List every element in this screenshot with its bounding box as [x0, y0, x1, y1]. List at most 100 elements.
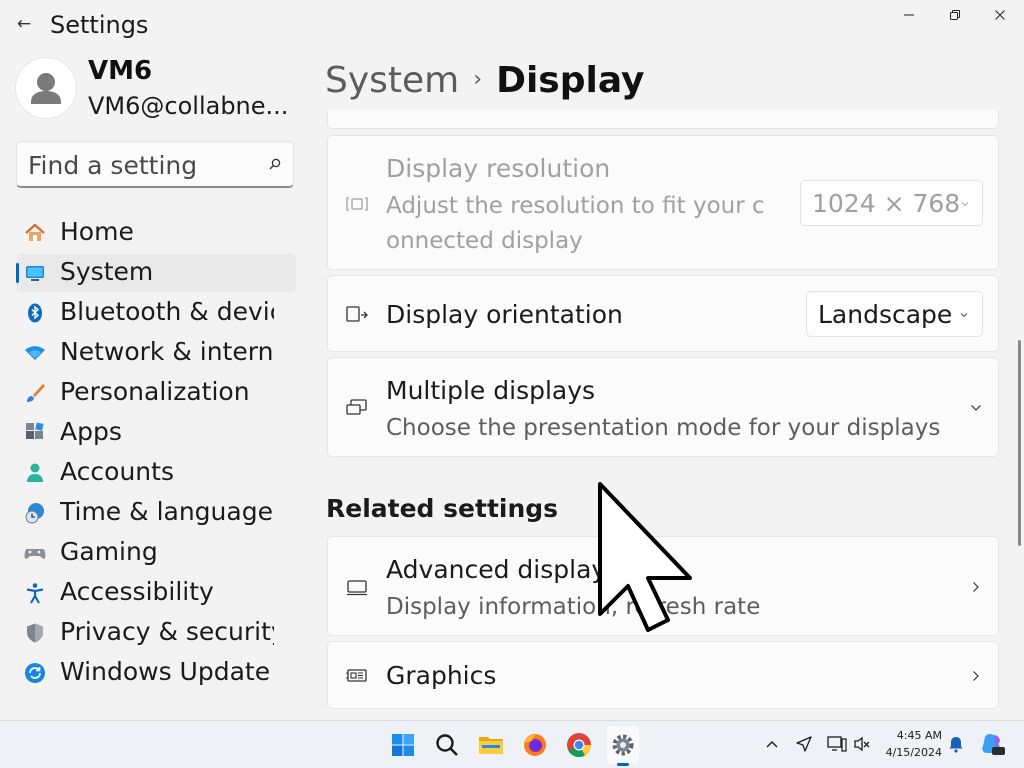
page-title: Display — [496, 60, 645, 101]
mouse-cursor-icon — [598, 482, 692, 632]
sidebar-item-personalization[interactable]: Personalization — [16, 374, 296, 412]
active-indicator — [16, 263, 19, 283]
card-desc: Display information, refresh rate — [386, 594, 761, 620]
sidebar-item-label: Accounts — [60, 457, 174, 486]
bluetooth-icon — [28, 303, 42, 323]
time-language-icon — [25, 503, 44, 524]
user-email: VM6@collabne... — [88, 92, 289, 120]
copilot-pre-icon[interactable] — [980, 731, 1006, 757]
search-icon — [269, 158, 281, 170]
multiple-displays-icon — [346, 399, 367, 415]
sidebar-item-label: Apps — [60, 417, 122, 446]
location-arrow-icon[interactable] — [795, 735, 813, 753]
card-desc: Choose the presentation mode for your di… — [386, 415, 941, 441]
display-icon — [347, 580, 367, 596]
sidebar-item-bluetooth[interactable]: Bluetooth & devices — [16, 294, 296, 332]
sidebar-item-accessibility[interactable]: Accessibility — [16, 574, 296, 612]
network-icon — [25, 346, 45, 360]
system-icon — [26, 266, 44, 281]
windows-start-icon[interactable] — [389, 731, 417, 759]
taskbar: 4:45 AM 4/15/2024 — [0, 720, 1024, 768]
clock-date[interactable]: 4/15/2024 — [886, 746, 942, 759]
file-explorer-icon[interactable] — [477, 731, 505, 759]
speaker-muted-icon[interactable] — [853, 735, 871, 753]
firefox-icon[interactable] — [521, 731, 549, 759]
shield-icon — [27, 623, 43, 643]
sidebar-item-label: Accessibility — [60, 577, 214, 606]
sidebar-item-apps[interactable]: Apps — [16, 414, 296, 452]
minimize-button[interactable] — [887, 4, 931, 30]
user-avatar-icon — [31, 73, 61, 104]
display-resolution-card: Display resolution Adjust the resolution… — [327, 135, 999, 270]
settings-gear-icon[interactable] — [609, 731, 637, 759]
sidebar-item-windows-update[interactable]: Windows Update — [16, 654, 296, 692]
accounts-icon — [27, 463, 43, 482]
chevron-down-icon — [960, 313, 968, 318]
app-title: Settings — [50, 11, 149, 39]
card-title: Advanced display — [386, 555, 607, 584]
display-orientation-card: Display orientation Landscape — [327, 275, 999, 352]
back-arrow-icon[interactable]: ← — [10, 10, 38, 38]
brush-icon — [27, 384, 45, 402]
graphics-card-icon — [346, 669, 367, 682]
restore-button[interactable] — [933, 4, 977, 30]
sidebar-item-network[interactable]: Network & internet — [16, 334, 296, 372]
sidebar-item-label: Network & internet — [60, 337, 274, 366]
breadcrumb: System › Display — [325, 60, 644, 101]
dropdown-value: 1024 × 768 — [812, 189, 961, 218]
scrolled-card-edge — [327, 110, 999, 129]
sidebar-item-label: Gaming — [60, 537, 158, 566]
apps-icon — [26, 422, 44, 439]
sidebar-item-label: Home — [60, 217, 134, 246]
resolution-dropdown[interactable]: 1024 × 768 — [800, 180, 983, 226]
orientation-dropdown[interactable]: Landscape — [806, 291, 983, 337]
sidebar-item-label: Privacy & security — [60, 617, 274, 646]
graphics-card[interactable]: Graphics — [327, 641, 999, 709]
sidebar-item-label: Bluetooth & devices — [60, 297, 274, 326]
home-icon — [25, 223, 45, 241]
card-title: Display resolution — [386, 154, 611, 183]
orientation-icon — [346, 306, 368, 322]
restore-icon — [950, 10, 960, 20]
monitor-network-icon[interactable] — [827, 735, 847, 753]
accessibility-icon — [26, 583, 44, 604]
search-icon[interactable] — [433, 731, 461, 759]
user-name: VM6 — [88, 56, 153, 86]
close-button[interactable] — [978, 4, 1022, 30]
search-placeholder: Find a setting — [28, 151, 198, 180]
chrome-icon[interactable] — [565, 731, 593, 759]
chevron-down-icon — [961, 202, 969, 207]
resolution-icon — [346, 197, 368, 211]
chevron-right-icon — [973, 582, 979, 592]
card-desc: Adjust the resolution to fit your c — [386, 193, 765, 219]
sidebar-item-privacy[interactable]: Privacy & security — [16, 614, 296, 652]
minimize-icon — [904, 14, 914, 16]
sidebar-item-accounts[interactable]: Accounts — [16, 454, 296, 492]
sidebar-item-label: Time & language — [60, 497, 273, 526]
notification-bell-icon[interactable] — [948, 735, 964, 753]
breadcrumb-separator: › — [473, 67, 483, 92]
chevron-up-icon[interactable] — [765, 739, 779, 749]
breadcrumb-parent[interactable]: System — [325, 60, 459, 101]
active-app-indicator — [617, 763, 629, 766]
card-desc: onnected display — [386, 228, 583, 254]
sidebar-item-label: Personalization — [60, 377, 250, 406]
sidebar-item-label: Windows Update — [60, 657, 271, 686]
sidebar-item-system[interactable]: System — [16, 254, 296, 292]
search-input[interactable]: Find a setting — [16, 141, 294, 188]
avatar[interactable] — [16, 58, 76, 118]
close-icon — [995, 10, 1005, 20]
card-title: Display orientation — [386, 300, 623, 329]
multiple-displays-card[interactable]: Multiple displays Choose the presentatio… — [327, 357, 999, 457]
scrollbar[interactable] — [1018, 340, 1021, 546]
chevron-right-icon — [973, 671, 979, 681]
chevron-down-icon — [971, 405, 981, 411]
dropdown-value: Landscape — [818, 300, 953, 329]
sidebar-item-gaming[interactable]: Gaming — [16, 534, 296, 572]
windows-update-icon — [25, 663, 45, 683]
card-title: Multiple displays — [386, 376, 596, 405]
sidebar-item-home[interactable]: Home — [16, 214, 296, 252]
sidebar-item-time-language[interactable]: Time & language — [16, 494, 296, 532]
card-title: Graphics — [386, 661, 497, 690]
clock-time[interactable]: 4:45 AM — [897, 729, 942, 742]
